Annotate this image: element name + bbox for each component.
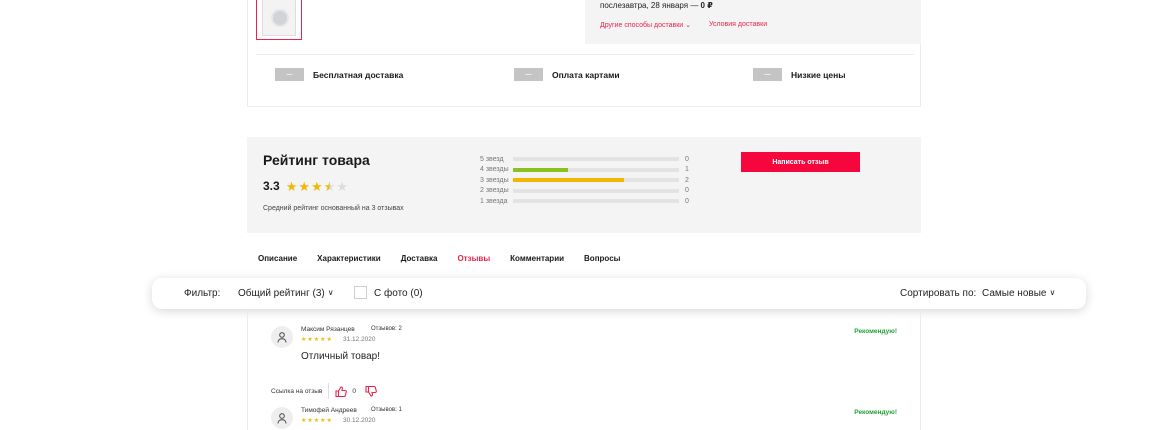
filter-label: Фильтр: [184,288,221,299]
avatar [271,407,293,429]
benefit-image-placeholder: — [275,68,304,81]
benefit-card-payment: — Оплата картами [514,68,620,81]
benefit-image-placeholder: — [514,68,543,81]
rating-distribution: 5 звезд 0 4 звезды 1 3 звезды 2 2 звезды… [480,154,690,207]
product-tabs: Описание Характеристики Доставка Отзывы … [258,254,640,263]
recommend-badge: Рекомендую! [854,409,897,416]
write-review-button[interactable]: Написать отзыв [741,152,860,172]
rating-filter-dropdown[interactable]: Общий рейтинг (3) ∨ [238,288,334,299]
sort-label: Сортировать по: [900,288,977,299]
rating-subtitle: Средний рейтинг основанный на 3 отзывах [263,205,404,212]
star-icon: ★ [298,178,310,194]
user-icon [277,412,287,424]
review-date: 31.12.2020 [343,336,376,343]
delivery-conditions-link[interactable]: Условия доставки [709,21,767,29]
benefit-free-delivery: — Бесплатная доставка [275,68,403,81]
rating-score: 3.3 ★ ★ ★ ★ ★ [263,179,348,193]
reviews-filter-bar: Фильтр: Общий рейтинг (3) ∨ С фото (0) Со… [152,278,1086,309]
rating-panel: Рейтинг товара 3.3 ★ ★ ★ ★ ★ Средний рейтинг… [247,137,921,233]
rating-bar-row: 3 звезды 2 [480,176,689,184]
rating-bar-track [513,188,679,193]
other-delivery-methods-link[interactable]: Другие способы доставки ⌄ [600,21,691,29]
rating-title: Рейтинг товара [263,152,370,168]
delivery-date: послезавтра, 28 января — 0 ₽ [600,1,713,10]
star-icon: ★ [285,178,298,194]
tab-reviews[interactable]: Отзывы [457,254,490,263]
rating-bar-row: 2 звезды 0 [480,187,689,195]
rating-bar-track [513,199,679,204]
like-count: 0 [352,387,357,395]
reviewer-name: Максим Рязанцев [301,326,355,333]
rating-bar-track [513,167,679,172]
with-photo-label[interactable]: С фото (0) [374,288,423,299]
divider [328,383,330,399]
tab-delivery[interactable]: Доставка [401,254,438,263]
star-icon: ★ [336,178,348,194]
rating-bar-fill [513,178,624,183]
product-card: послезавтра, 28 января — 0 ₽ Другие спос… [247,0,921,107]
chevron-down-icon: ∨ [1049,288,1056,297]
benefit-image-placeholder: — [753,68,782,81]
rating-bar-track [513,157,679,162]
rating-score-number: 3.3 [263,179,280,193]
divider [256,54,914,55]
tab-specifications[interactable]: Характеристики [317,254,381,263]
thumbs-down-icon[interactable] [365,385,377,397]
reviewer-name: Тимофей Андреев [301,407,357,414]
tab-description[interactable]: Описание [258,254,297,263]
rating-bar-row: 5 звезд 0 [480,155,689,163]
star-icon: ★ [323,178,336,194]
avatar [271,326,293,348]
review-actions: Ссылка на отзыв 0 [271,383,377,399]
sort-dropdown[interactable]: Самые новые ∨ [982,288,1055,299]
review-date: 30.12.2020 [343,417,376,424]
review-stars: ★★★★★ [301,418,333,424]
product-thumbnail[interactable] [256,0,302,40]
star-icon: ★ [311,178,323,194]
rating-bar-row: 1 звезда 0 [480,197,689,205]
tab-questions[interactable]: Вопросы [584,254,620,263]
chevron-down-icon: ⌄ [685,22,692,29]
review-text: Отличный товар! [301,351,380,362]
tab-comments[interactable]: Комментарии [510,254,564,263]
delivery-info: послезавтра, 28 января — 0 ₽ Другие спос… [585,0,921,44]
review-link[interactable]: Ссылка на отзыв [271,388,322,395]
thumbs-up-icon[interactable] [335,385,348,397]
with-photo-checkbox[interactable] [354,286,367,299]
reviewer-review-count: Отзывов: 2 [371,326,402,332]
rating-bar-track [513,178,679,183]
rating-bar-row: 4 звезды 1 [480,166,689,174]
recommend-badge: Рекомендую! [854,328,897,335]
rating-stars: ★ ★ ★ ★ ★ [286,180,348,193]
washing-machine-image [262,0,296,36]
reviewer-review-count: Отзывов: 1 [371,407,402,413]
review-stars: ★★★★★ [301,337,333,343]
chevron-down-icon: ∨ [327,288,334,297]
rating-bar-fill [513,167,569,172]
benefit-low-prices: — Низкие цены [753,68,846,81]
user-icon [277,331,287,343]
